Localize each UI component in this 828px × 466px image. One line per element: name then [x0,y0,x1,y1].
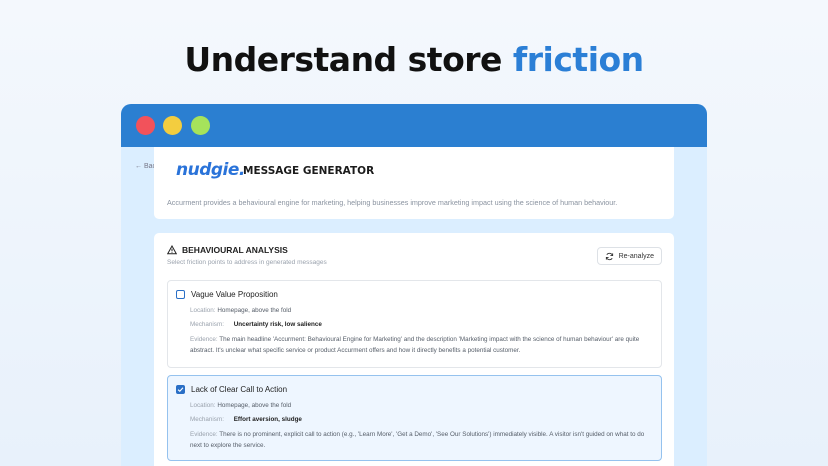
reanalyze-button[interactable]: Re-analyze [596,247,662,265]
mechanism-value: Uncertainty risk, low salience [233,321,322,328]
analysis-heading: BEHAVIOURAL ANALYSIS [167,245,288,255]
friction-item-header: Vague Value Proposition [176,290,278,299]
evidence-label: Evidence: [190,336,218,343]
company-description: Accurment provides a behavioural engine … [167,198,618,207]
analysis-subtitle: Select friction points to address in gen… [167,259,327,266]
evidence-label: Evidence: [190,431,218,438]
mechanism-value: Effort aversion, sludge [233,416,302,423]
location-value: Homepage, above the fold [217,402,292,409]
minimize-window-dot[interactable] [163,116,182,135]
refresh-icon [605,252,613,260]
friction-location: Location: Homepage, above the fold [190,402,291,409]
window-titlebar [121,104,707,147]
friction-title: Lack of Clear Call to Action [191,385,288,394]
friction-evidence: Evidence: The main headline 'Accurment: … [190,335,656,356]
friction-item-header: Lack of Clear Call to Action [176,385,287,394]
headline-main: Understand store [184,40,502,79]
mechanism-label: Mechanism: [190,321,224,328]
page-title: MESSAGE GENERATOR [243,165,375,177]
header-card: nudgie. MESSAGE GENERATOR Accurment prov… [154,147,674,219]
location-value: Homepage, above the fold [217,307,292,314]
warning-icon [167,245,177,255]
friction-item[interactable]: Lack of Clear Call to Action Location: H… [167,375,662,461]
friction-evidence: Evidence: There is no prominent, explici… [190,430,656,451]
friction-mechanism: Mechanism: Uncertainty risk, low salienc… [190,321,322,328]
checkmark-icon [177,387,184,393]
reanalyze-label: Re-analyze [618,252,654,260]
maximize-window-dot[interactable] [191,116,210,135]
behavioural-analysis-card: BEHAVIOURAL ANALYSIS Select friction poi… [154,233,674,466]
location-label: Location: [190,307,216,314]
headline-accent: friction [512,40,644,79]
friction-location: Location: Homepage, above the fold [190,307,291,314]
nudgie-logo: nudgie. [176,160,245,180]
friction-title: Vague Value Proposition [191,290,278,299]
app-window: ← Back nudgie. MESSAGE GENERATOR Accurme… [121,104,707,466]
page-headline: Understand store friction [0,40,828,79]
friction-mechanism: Mechanism: Effort aversion, sludge [190,416,302,423]
evidence-text: There is no prominent, explicit call to … [190,431,645,449]
location-label: Location: [190,402,216,409]
analysis-title: BEHAVIOURAL ANALYSIS [182,245,288,255]
friction-checkbox[interactable] [176,290,185,299]
friction-checkbox-checked[interactable] [176,385,185,394]
evidence-text: The main headline 'Accurment: Behavioura… [190,336,640,354]
close-window-dot[interactable] [136,116,155,135]
mechanism-label: Mechanism: [190,416,224,423]
friction-item[interactable]: Vague Value Proposition Location: Homepa… [167,280,662,368]
